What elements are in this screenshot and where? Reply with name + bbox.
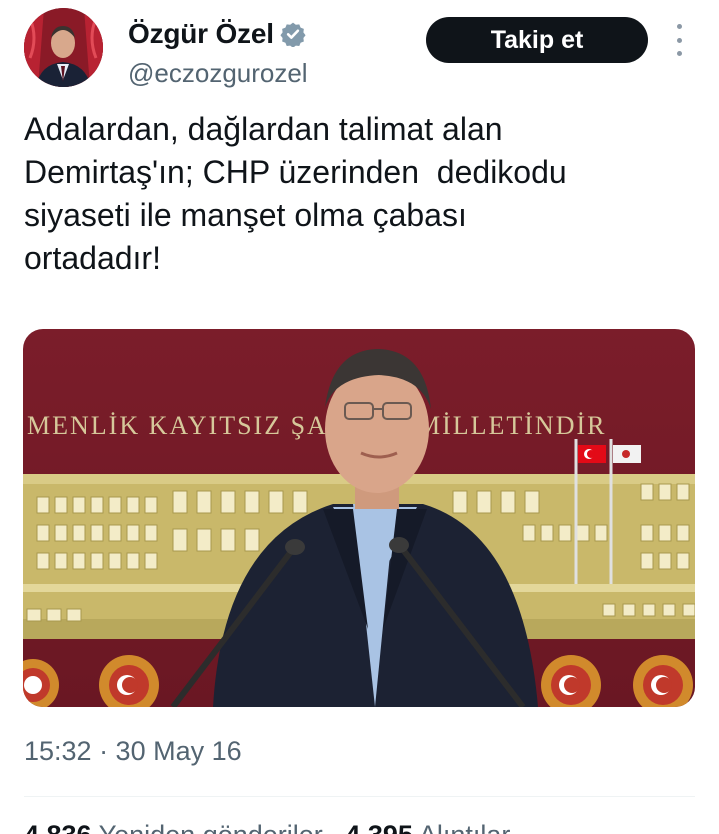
divider (24, 796, 695, 797)
follow-button[interactable]: Takip et (426, 17, 648, 63)
tweet-media-photo[interactable]: MENLİK KAYITSIZ ŞARTSIZ MİLLETİNDİR (23, 329, 695, 707)
author-name[interactable]: Özgür Özel (128, 18, 274, 50)
retweets-label[interactable]: Yeniden gönderiler (99, 820, 323, 834)
tweet-text-line: Adalardan, dağlardan talimat alan (24, 111, 503, 147)
more-options-icon[interactable] (672, 24, 686, 56)
author-handle[interactable]: @eczozgurozel (128, 58, 308, 89)
retweets-count[interactable]: 4.836 (24, 820, 92, 834)
likes-count[interactable]: 4.395 (345, 820, 413, 834)
verified-badge-icon (280, 21, 306, 48)
likes-label[interactable]: Alıntılar (419, 820, 511, 834)
author-name-row: Özgür Özel (128, 18, 306, 50)
tweet-text-line: ortadadır! (24, 240, 161, 276)
tweet-timestamp[interactable]: 15:32 · 30 May 16 (24, 736, 242, 767)
tweet-stats: 4.836 Yeniden gönderiler 4.395 Alıntılar (24, 820, 510, 834)
tweet-text-line: siyaseti ile manşet olma çabası (24, 197, 467, 233)
tweet-header: Özgür Özel @eczozgurozel Takip et (24, 8, 695, 90)
avatar[interactable] (24, 8, 103, 87)
avatar-photo (24, 8, 103, 87)
press-conference-photo: MENLİK KAYITSIZ ŞARTSIZ MİLLETİNDİR (23, 329, 695, 707)
tweet-text: Adalardan, dağlardan talimat alan Demirt… (24, 108, 684, 280)
banner-text: MENLİK KAYITSIZ ŞARTSIZ MİLLETİNDİR (27, 411, 607, 440)
tweet-text-line: Demirtaş'ın; CHP üzerinden dedikodu (24, 154, 567, 190)
